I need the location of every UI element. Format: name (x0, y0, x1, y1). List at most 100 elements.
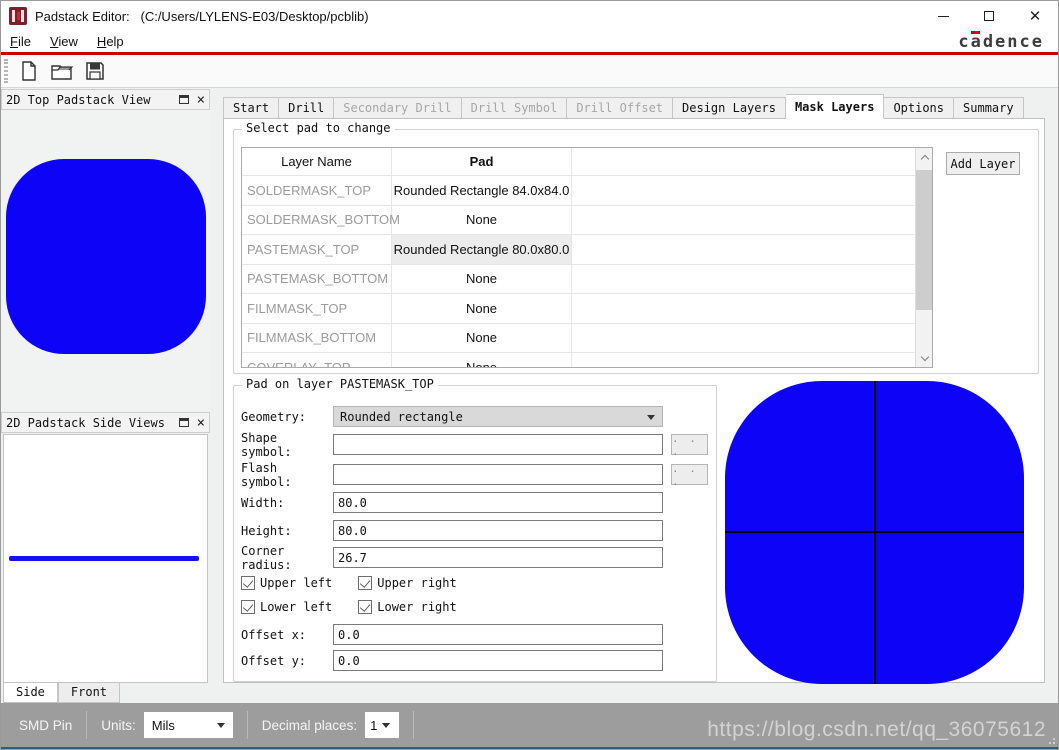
side-view-pad-line (9, 556, 199, 561)
tab-side[interactable]: Side (3, 683, 58, 703)
layer-name-cell[interactable]: FILMMASK_BOTTOM (242, 324, 392, 353)
tab-drill[interactable]: Drill (279, 97, 334, 119)
top-padstack-view-canvas[interactable] (1, 110, 210, 411)
editor-tabbar: Start Drill Secondary Drill Drill Symbol… (223, 94, 1024, 119)
pad-layer-table: Layer Name Pad SOLDERMASK_TOP Rounded Re… (241, 147, 933, 368)
table-row[interactable]: SOLDERMASK_TOP Rounded Rectangle 84.0x84… (242, 176, 932, 206)
layer-name-cell[interactable]: PASTEMASK_TOP (242, 235, 392, 264)
checkbox-checked-icon (241, 600, 255, 614)
checkbox-checked-icon (358, 576, 372, 590)
close-button[interactable]: ✕ (1012, 1, 1058, 31)
height-input[interactable] (333, 520, 663, 541)
tab-front[interactable]: Front (58, 683, 120, 703)
shape-symbol-browse-button[interactable]: . . . (671, 434, 708, 455)
open-file-button[interactable] (47, 57, 77, 85)
tab-drill-offset: Drill Offset (567, 97, 673, 119)
save-button[interactable] (80, 57, 110, 85)
table-row[interactable]: FILMMASK_BOTTOM None (242, 324, 932, 354)
table-scrollbar[interactable] (915, 148, 932, 367)
menu-view[interactable]: View (50, 34, 78, 49)
tab-summary[interactable]: Summary (954, 97, 1024, 119)
lower-right-checkbox[interactable]: Lower right (358, 600, 456, 614)
column-header-pad[interactable]: Pad (392, 148, 572, 175)
save-floppy-icon (84, 60, 106, 82)
layer-name-cell[interactable]: COVERLAY_TOP (242, 353, 392, 368)
resize-grip-icon[interactable] (1053, 742, 1055, 744)
column-header-layer-name[interactable]: Layer Name (242, 148, 392, 175)
layer-name-cell[interactable]: FILMMASK_TOP (242, 294, 392, 323)
maximize-button[interactable] (966, 1, 1012, 31)
flash-symbol-browse-button[interactable]: . . . (671, 464, 708, 485)
layer-name-cell[interactable]: SOLDERMASK_BOTTOM (242, 206, 392, 235)
corner-radius-row: Corner radius: (241, 547, 663, 568)
statusbar-separator (413, 711, 414, 739)
tab-secondary-drill: Secondary Drill (334, 97, 461, 119)
close-icon: ✕ (1029, 9, 1042, 24)
units-dropdown[interactable]: Mils (144, 712, 233, 738)
scroll-down-icon[interactable] (916, 350, 933, 367)
minimize-button[interactable] (920, 1, 966, 31)
side-view-canvas[interactable] (3, 434, 208, 683)
pad-cell-selected[interactable]: Rounded Rectangle 80.0x80.0 (392, 235, 572, 264)
close-panel-icon[interactable]: × (197, 416, 205, 430)
table-row-selected[interactable]: PASTEMASK_TOP Rounded Rectangle 80.0x80.… (242, 235, 932, 265)
pad-cell[interactable]: None (392, 294, 572, 323)
geometry-dropdown[interactable]: Rounded rectangle (333, 406, 663, 427)
new-file-button[interactable] (14, 57, 44, 85)
table-row[interactable]: SOLDERMASK_BOTTOM None (242, 206, 932, 236)
pad-cell[interactable]: None (392, 324, 572, 353)
pad-cell[interactable]: None (392, 353, 572, 368)
side-views-header: 2D Padstack Side Views × (1, 412, 210, 433)
shape-symbol-input[interactable] (333, 434, 663, 455)
flash-symbol-input[interactable] (333, 464, 663, 485)
scroll-up-icon[interactable] (916, 148, 933, 165)
corner-radius-input[interactable] (333, 547, 663, 568)
statusbar: SMD Pin Units: Mils Decimal places: 1 ht… (1, 703, 1058, 747)
tab-options[interactable]: Options (884, 97, 954, 119)
scrollbar-thumb[interactable] (916, 170, 933, 310)
window-controls: ✕ (920, 1, 1058, 31)
menu-help[interactable]: Help (97, 34, 124, 49)
new-file-icon (18, 60, 40, 82)
side-view-tabs: Side Front (3, 683, 120, 703)
mask-layers-page: Select pad to change Layer Name Pad SOLD… (223, 118, 1045, 683)
select-pad-groupbox: Select pad to change Layer Name Pad SOLD… (233, 129, 1039, 374)
offset-y-row: Offset y: (241, 650, 663, 671)
geometry-value: Rounded rectangle (340, 410, 463, 424)
tab-start[interactable]: Start (223, 97, 279, 119)
cadence-logo: cadence (958, 32, 1044, 52)
pad-cell[interactable]: Rounded Rectangle 84.0x84.0 (392, 176, 572, 205)
pad-cell[interactable]: None (392, 206, 572, 235)
close-panel-icon[interactable]: × (197, 93, 205, 107)
geometry-row: Geometry: Rounded rectangle (241, 406, 663, 427)
float-panel-icon[interactable] (179, 95, 189, 104)
checkbox-checked-icon (358, 600, 372, 614)
top-padstack-view-title: 2D Top Padstack View (6, 93, 151, 107)
toolbar (1, 55, 1058, 88)
shape-symbol-row: Shape symbol: . . . (241, 434, 708, 455)
shape-symbol-label: Shape symbol: (241, 431, 333, 459)
pad-cell[interactable]: None (392, 265, 572, 294)
offset-y-input[interactable] (333, 650, 663, 671)
upper-left-checkbox[interactable]: Upper left (241, 576, 332, 590)
table-row[interactable]: FILMMASK_TOP None (242, 294, 932, 324)
lower-left-checkbox[interactable]: Lower left (241, 600, 332, 614)
upper-right-checkbox[interactable]: Upper right (358, 576, 456, 590)
menu-file[interactable]: File (10, 34, 31, 49)
tab-design-layers[interactable]: Design Layers (673, 97, 786, 119)
titlebar: Padstack Editor: (C:/Users/LYLENS-E03/De… (1, 1, 1058, 31)
table-row[interactable]: COVERLAY_TOP None (242, 353, 932, 368)
toolbar-drag-handle[interactable] (4, 59, 8, 83)
main-area: 2D Top Padstack View × 2D Padstack Side … (1, 88, 1058, 703)
statusbar-separator (86, 711, 87, 739)
table-row[interactable]: PASTEMASK_BOTTOM None (242, 265, 932, 295)
decimal-places-dropdown[interactable]: 1 (365, 712, 399, 738)
layer-name-cell[interactable]: PASTEMASK_BOTTOM (242, 265, 392, 294)
offset-x-input[interactable] (333, 624, 663, 645)
tab-mask-layers[interactable]: Mask Layers (786, 94, 884, 119)
width-input[interactable] (333, 492, 663, 513)
layer-name-cell[interactable]: SOLDERMASK_TOP (242, 176, 392, 205)
float-panel-icon[interactable] (179, 418, 189, 427)
add-layer-button[interactable]: Add Layer (946, 152, 1020, 175)
pin-type-label: SMD Pin (19, 718, 72, 733)
